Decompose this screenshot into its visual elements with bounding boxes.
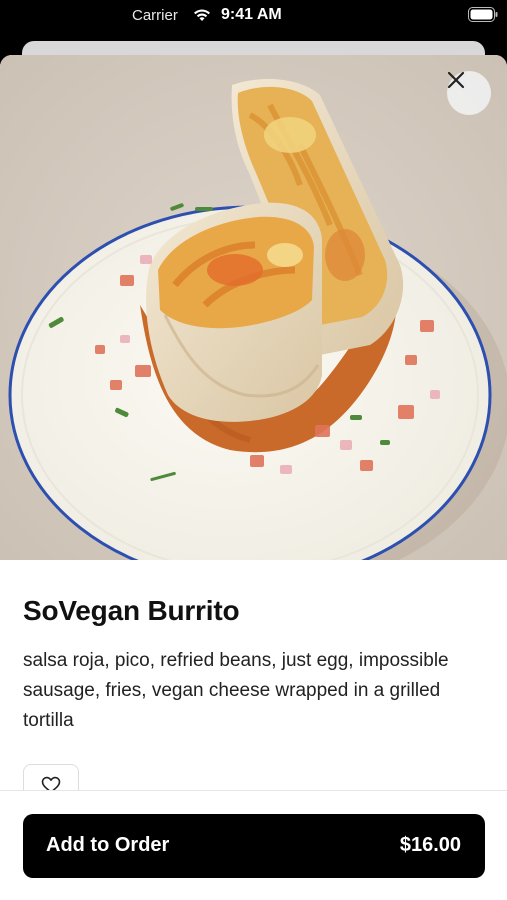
battery-icon bbox=[468, 7, 498, 22]
close-icon bbox=[447, 71, 465, 89]
add-to-order-label: Add to Order bbox=[46, 834, 170, 856]
item-price: $16.00 bbox=[399, 834, 461, 856]
burrito-photo bbox=[0, 55, 507, 560]
clock-time: 9:41 AM bbox=[221, 6, 282, 23]
wifi-icon bbox=[192, 7, 212, 23]
status-bar: Carrier 9:41 AM bbox=[0, 0, 507, 32]
item-title: SoVegan Burrito bbox=[23, 595, 240, 626]
carrier-label: Carrier bbox=[132, 7, 178, 24]
close-button[interactable] bbox=[447, 71, 491, 115]
item-description: salsa roja, pico, refried beans, just eg… bbox=[23, 650, 449, 731]
add-to-order-button[interactable]: Add to Order $16.00 bbox=[23, 814, 485, 878]
item-detail-sheet: SoVegan Burrito salsa roja, pico, refrie… bbox=[0, 55, 507, 900]
